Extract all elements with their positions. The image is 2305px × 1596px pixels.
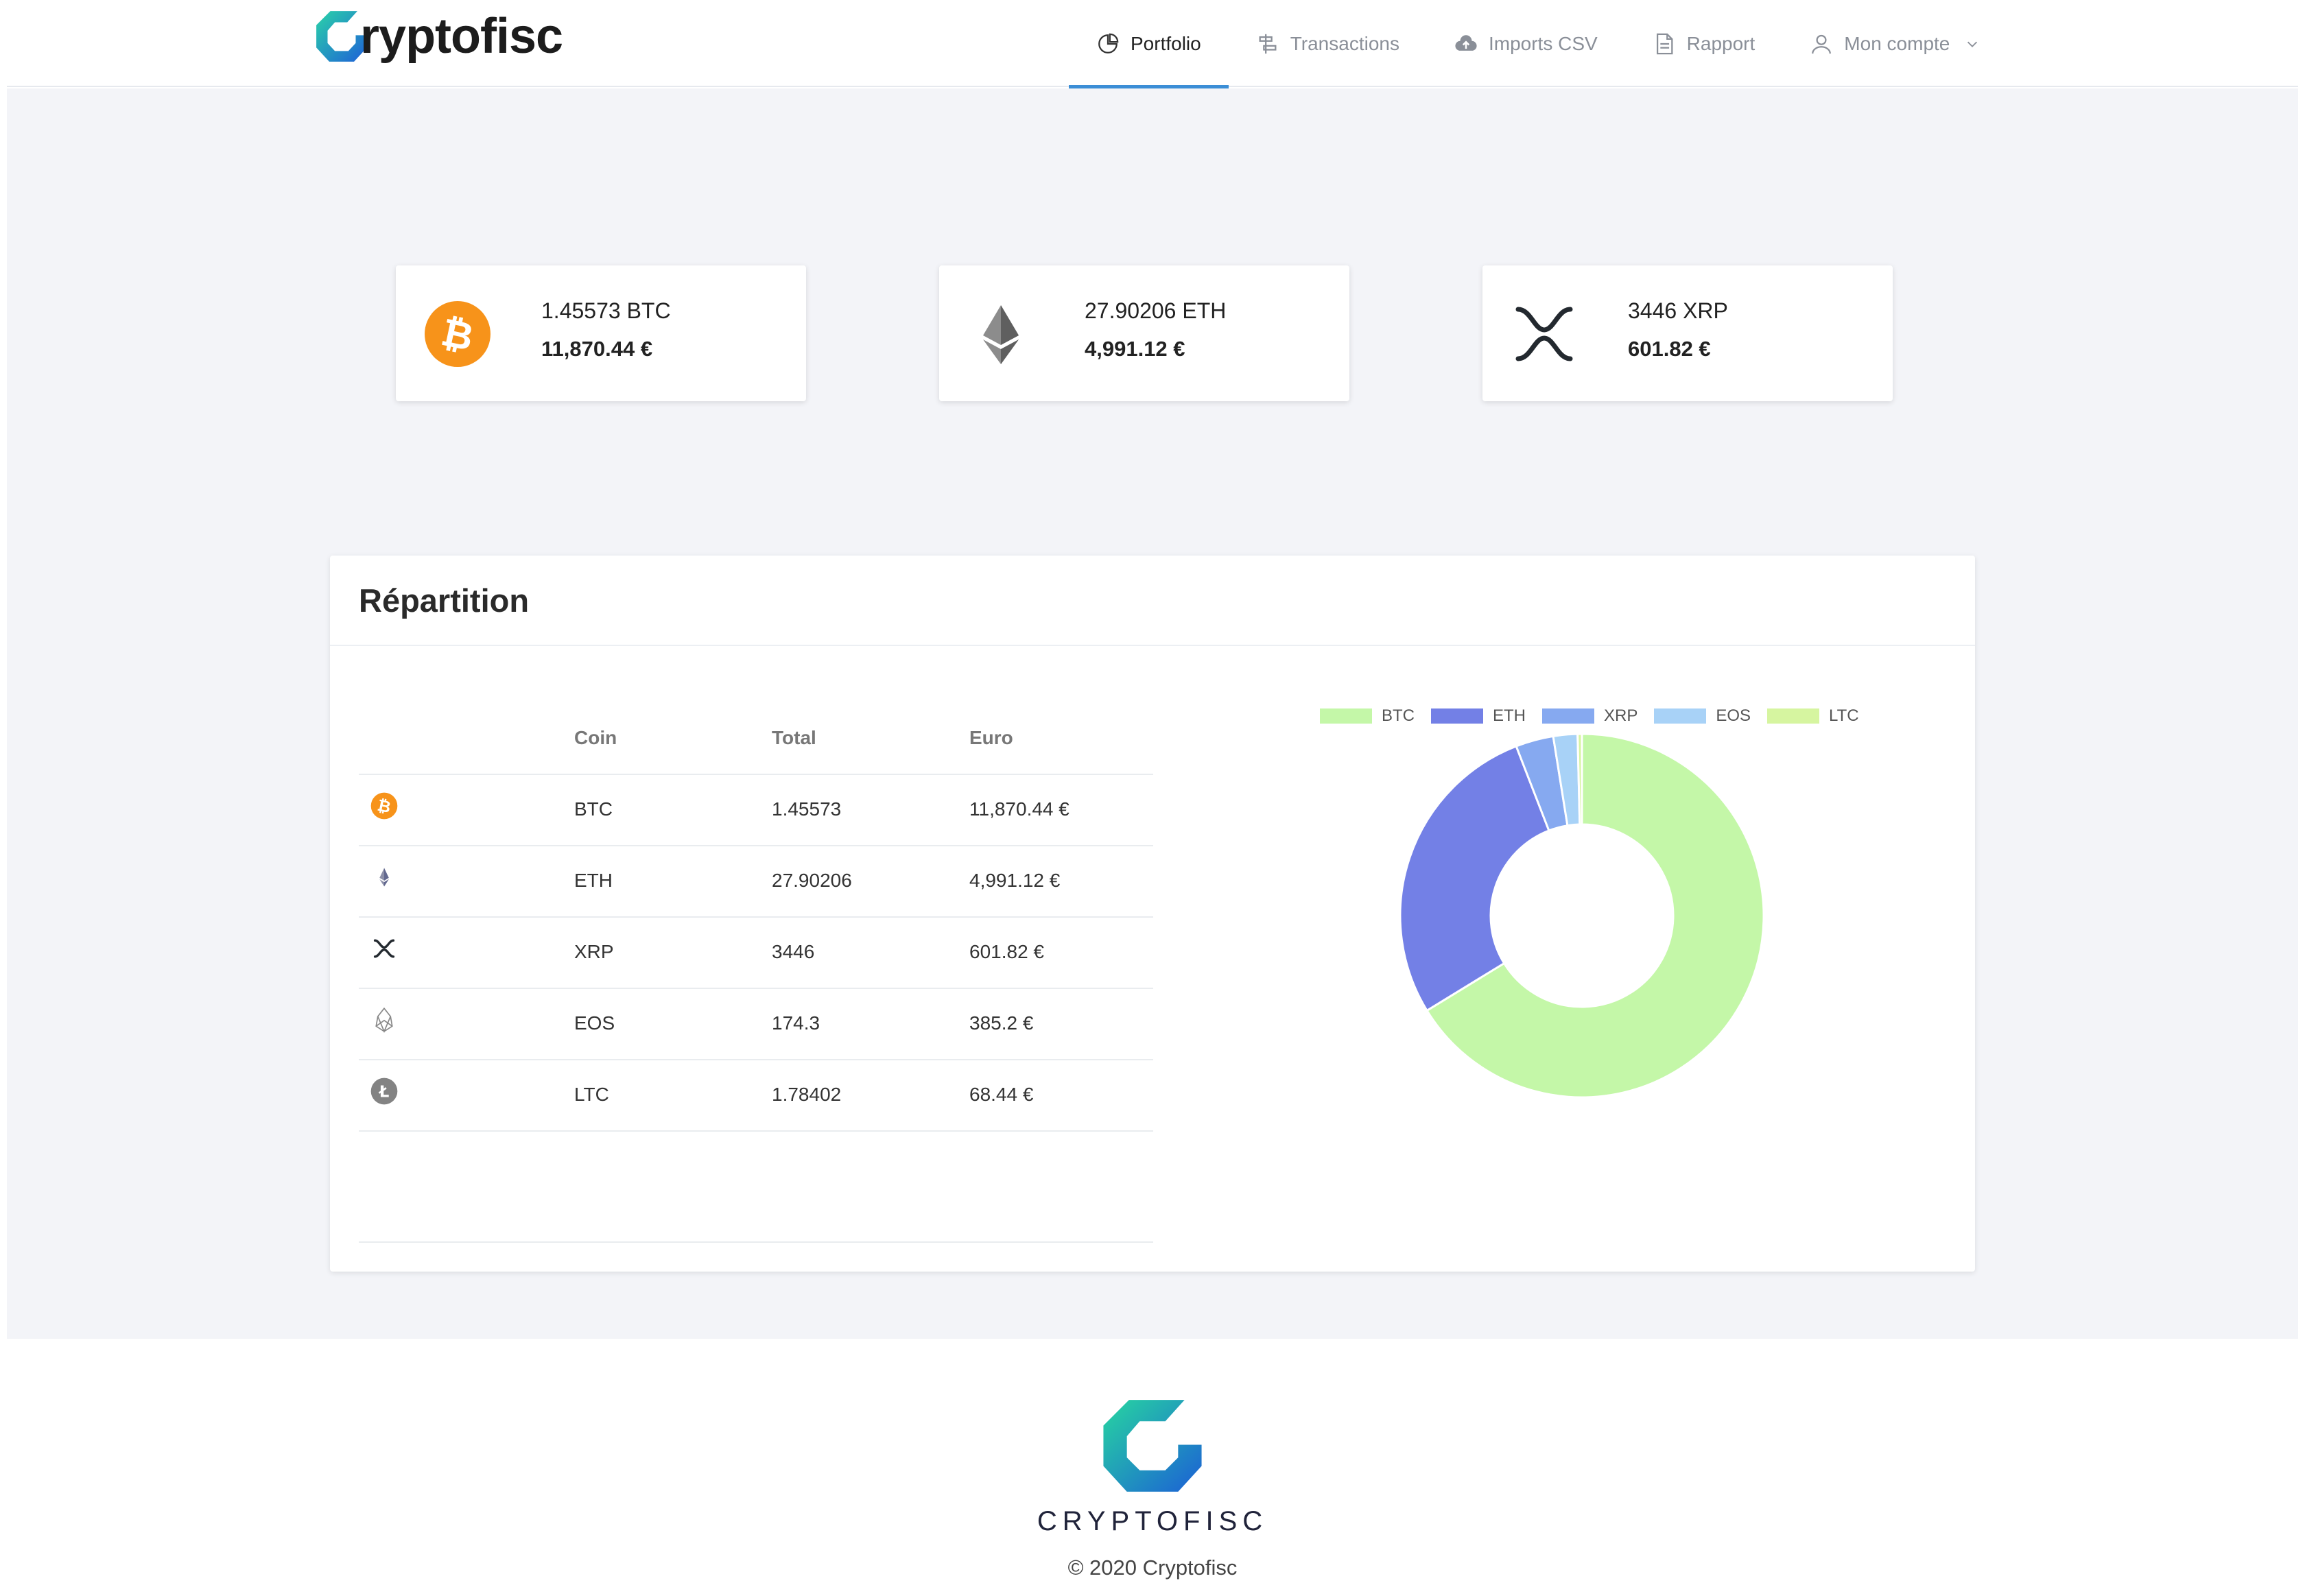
footer-brand-crypto: CRYPTO <box>1037 1506 1184 1536</box>
footer: CRYPTOFISC © 2020 Cryptofisc <box>0 1339 2305 1596</box>
brand-wordmark: ryptofisc <box>360 9 563 64</box>
repartition-panel: Répartition Coin Total Euro ₿ BTC 1.4557… <box>330 556 1975 1272</box>
table-row: ₿ BTC 1.45573 11,870.44 € <box>359 775 1153 846</box>
nav-mon-compte-label: Mon compte <box>1844 32 1950 54</box>
table-row: XRP 3446 601.82 € <box>359 918 1153 989</box>
eth-balance-card: 27.90206 ETH 4,991.12 € <box>939 265 1349 401</box>
row-total: 174.3 <box>772 1012 820 1034</box>
legend-label: ETH <box>1493 706 1526 725</box>
pie-chart-icon <box>1098 33 1119 53</box>
table-bottom-rule <box>359 1241 1153 1243</box>
legend-item-eos[interactable]: EOS <box>1654 706 1751 726</box>
row-coin: EOS <box>574 1012 615 1034</box>
row-total: 1.78402 <box>772 1084 842 1105</box>
table-row: EOS 174.3 385.2 € <box>359 989 1153 1060</box>
btc-amount: 1.45573 BTC <box>541 298 671 323</box>
footer-brand: CRYPTOFISC <box>0 1506 2305 1537</box>
row-euro: 4,991.12 € <box>969 870 1061 891</box>
eos-icon <box>375 1007 393 1033</box>
top-navbar: ryptofisc Portfolio Transactions Imports… <box>7 0 2298 88</box>
table-header: Coin Total Euro <box>359 706 1153 775</box>
nav-portfolio-label: Portfolio <box>1131 32 1201 54</box>
column-header-coin: Coin <box>574 727 617 748</box>
legend-label: XRP <box>1604 706 1638 725</box>
ethereum-icon <box>983 305 1019 364</box>
row-coin: BTC <box>574 798 613 820</box>
legend-item-ltc[interactable]: LTC <box>1767 706 1859 726</box>
nav-transactions-label: Transactions <box>1290 32 1399 54</box>
repartition-donut-chart <box>1400 734 1764 1097</box>
nav-imports-csv[interactable]: Imports CSV <box>1427 0 1625 87</box>
row-total: 27.90206 <box>772 870 852 891</box>
svg-text:Ł: Ł <box>378 1083 390 1101</box>
bitcoin-icon: ₿ <box>425 301 490 367</box>
litecoin-icon: Ł <box>370 1077 398 1105</box>
brand-logo[interactable]: ryptofisc <box>314 5 563 67</box>
cloud-upload-icon <box>1455 34 1477 51</box>
legend-label: BTC <box>1382 706 1415 725</box>
legend-item-xrp[interactable]: XRP <box>1542 706 1638 726</box>
btc-balance-card: ₿ 1.45573 BTC 11,870.44 € <box>396 265 806 401</box>
btc-euro-value: 11,870.44 € <box>541 337 653 361</box>
row-total: 3446 <box>772 941 815 962</box>
nav-rapport-label: Rapport <box>1686 32 1756 54</box>
row-euro: 11,870.44 € <box>969 798 1069 820</box>
row-total: 1.45573 <box>772 798 842 820</box>
nav-mon-compte[interactable]: Mon compte <box>1782 0 2018 87</box>
column-header-euro: Euro <box>969 727 1013 748</box>
nav-portfolio[interactable]: Portfolio <box>1069 0 1229 88</box>
row-euro: 601.82 € <box>969 941 1044 962</box>
cryptofisc-logo-icon <box>1103 1400 1202 1492</box>
donut-slice-eth[interactable] <box>1400 745 1550 1012</box>
chart-legend: BTC ETH XRP EOS LTC <box>1320 706 1876 726</box>
document-icon <box>1656 33 1673 54</box>
legend-label: EOS <box>1716 706 1751 725</box>
table-row: Ł LTC 1.78402 68.44 € <box>359 1060 1153 1132</box>
eth-amount: 27.90206 ETH <box>1085 298 1227 323</box>
transactions-icon <box>1259 34 1277 53</box>
row-euro: 385.2 € <box>969 1012 1034 1034</box>
xrp-amount: 3446 XRP <box>1628 298 1728 323</box>
chevron-down-icon <box>1967 41 1978 47</box>
xrp-euro-value: 601.82 € <box>1628 337 1711 361</box>
xrp-balance-card: 3446 XRP 601.82 € <box>1482 265 1893 401</box>
row-coin: XRP <box>574 941 614 962</box>
panel-divider <box>330 645 1975 646</box>
user-icon <box>1812 34 1832 53</box>
legend-item-eth[interactable]: ETH <box>1431 706 1526 726</box>
ethereum-icon <box>379 868 389 887</box>
legend-swatch <box>1542 708 1594 724</box>
main-nav: Portfolio Transactions Imports CSV Rappo… <box>1069 0 2018 88</box>
nav-imports-csv-label: Imports CSV <box>1488 32 1598 54</box>
nav-transactions[interactable]: Transactions <box>1229 0 1427 87</box>
legend-swatch <box>1320 708 1372 724</box>
row-euro: 68.44 € <box>969 1084 1034 1105</box>
table-row: ETH 27.90206 4,991.12 € <box>359 846 1153 918</box>
legend-label: LTC <box>1829 706 1859 725</box>
panel-title: Répartition <box>359 582 530 619</box>
footer-brand-fisc: FISC <box>1183 1506 1268 1536</box>
legend-swatch <box>1431 708 1483 724</box>
row-coin: ETH <box>574 870 613 891</box>
legend-swatch <box>1767 708 1820 724</box>
legend-item-btc[interactable]: BTC <box>1320 706 1415 726</box>
nav-rapport[interactable]: Rapport <box>1625 0 1783 87</box>
eth-euro-value: 4,991.12 € <box>1085 337 1185 361</box>
bitcoin-icon: ₿ <box>370 792 398 820</box>
row-coin: LTC <box>574 1084 609 1105</box>
column-header-total: Total <box>772 727 816 748</box>
xrp-icon <box>1515 307 1573 361</box>
xrp-icon <box>373 939 395 958</box>
legend-swatch <box>1654 708 1707 724</box>
copyright: © 2020 Cryptofisc <box>1067 1556 1238 1580</box>
holdings-table: Coin Total Euro ₿ BTC 1.45573 11,870.44 … <box>359 706 1153 1132</box>
